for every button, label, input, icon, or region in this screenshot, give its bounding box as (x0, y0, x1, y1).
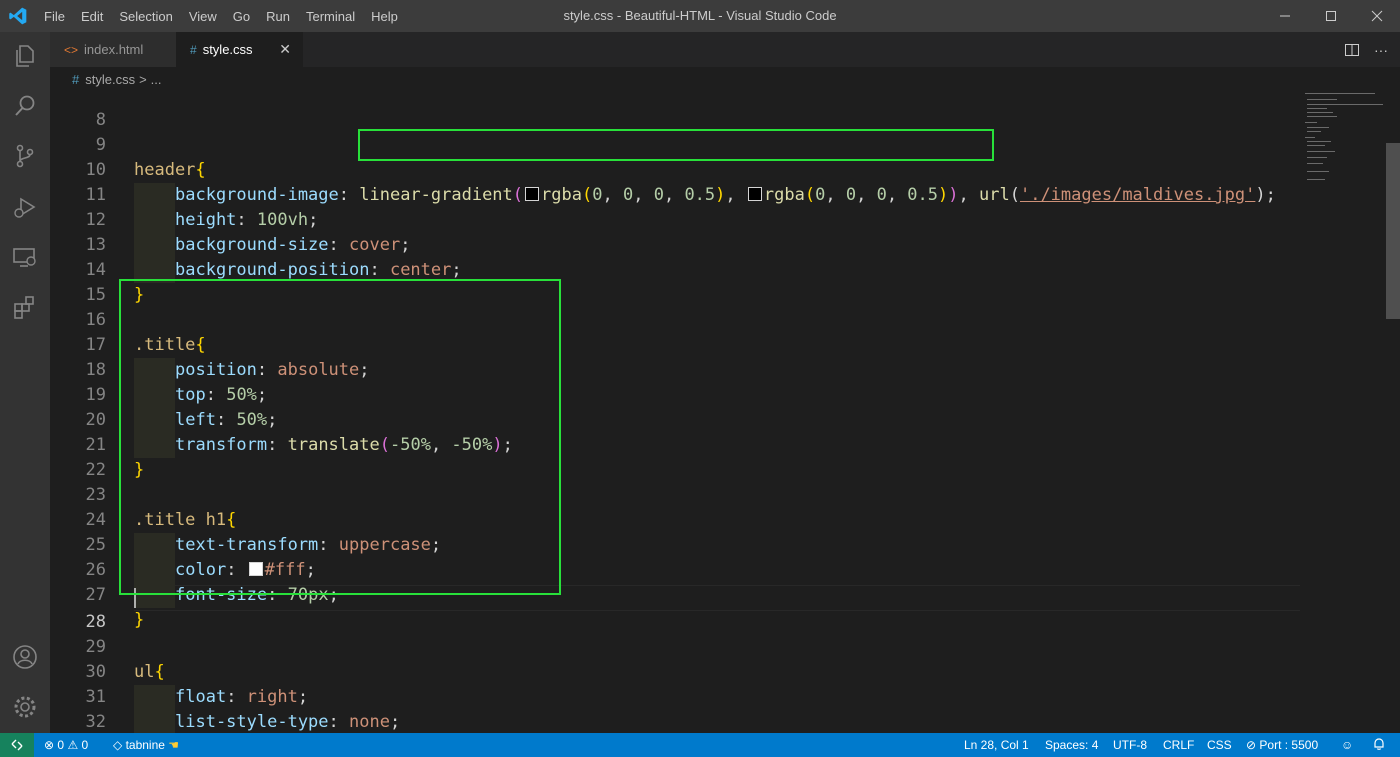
encoding[interactable]: UTF-8 (1113, 733, 1147, 757)
cursor-position[interactable]: Ln 28, Col 1 (964, 733, 1029, 757)
split-editor-icon[interactable] (1344, 42, 1360, 58)
code-line: 14 } (50, 233, 1300, 305)
remote-indicator[interactable] (0, 733, 34, 757)
problems-indicator[interactable]: ⊗ 0 ⚠ 0 (44, 733, 88, 757)
menu-run[interactable]: Run (258, 9, 298, 24)
tabnine-status[interactable]: ◇ tabnine ☚ (113, 733, 179, 757)
minimize-button[interactable] (1262, 0, 1308, 32)
tab-label: style.css (202, 42, 253, 57)
code-line: 29 ul{ (50, 610, 1300, 682)
settings-gear-icon[interactable] (11, 693, 39, 721)
code-line: 12 background-size: cover; (50, 183, 1300, 258)
code-line: 31 list-style-type: none; (50, 660, 1300, 733)
tabnine-icon: ◇ (113, 738, 123, 752)
activity-bar (0, 32, 50, 733)
tab-index-html[interactable]: <> index.html (50, 32, 176, 67)
indentation[interactable]: Spaces: 4 (1045, 733, 1098, 757)
error-count: 0 (57, 738, 65, 752)
end-of-line[interactable]: CRLF (1163, 733, 1194, 757)
vscode-logo-icon[interactable] (8, 6, 28, 26)
menu-view[interactable]: View (181, 9, 225, 24)
status-bar: ⊗ 0 ⚠ 0 ◇ tabnine ☚ Ln 28, Col 1 Spaces:… (0, 733, 1400, 757)
tab-style-css[interactable]: # style.css ✕ (176, 32, 303, 67)
title-bar: File Edit Selection View Go Run Terminal… (0, 0, 1400, 32)
close-icon (1371, 10, 1383, 22)
close-window-button[interactable] (1354, 0, 1400, 32)
language-mode[interactable]: CSS (1207, 733, 1232, 757)
accounts-icon[interactable] (11, 643, 39, 671)
error-icon: ⊗ (44, 738, 55, 752)
warning-count: 0 (81, 738, 89, 752)
highlight-box-gradient (358, 129, 994, 161)
breadcrumb-separator: > (139, 71, 147, 87)
tab-label: index.html (84, 42, 144, 57)
feedback-icon[interactable]: ☺ (1341, 733, 1353, 757)
maximize-button[interactable] (1308, 0, 1354, 32)
menu-go[interactable]: Go (225, 9, 258, 24)
more-actions-icon[interactable]: ··· (1374, 42, 1388, 58)
extensions-icon[interactable] (11, 294, 39, 322)
css-file-icon: # (190, 42, 197, 57)
minimize-icon (1280, 15, 1290, 17)
scrollbar-thumb[interactable] (1386, 143, 1400, 319)
code-line: 30 float: right; (50, 635, 1300, 710)
code-line: 11 height: 100vh; (50, 158, 1300, 233)
run-debug-icon[interactable] (11, 193, 39, 221)
breadcrumb-file[interactable]: style.css (85, 72, 135, 87)
explorer-icon[interactable] (11, 42, 39, 70)
menu-terminal[interactable]: Terminal (298, 9, 363, 24)
pointing-hand-icon: ☚ (168, 738, 180, 752)
editor-tabs: <> index.html # style.css ✕ ··· (50, 32, 1400, 67)
search-icon[interactable] (11, 92, 39, 120)
menu-edit[interactable]: Edit (73, 9, 111, 24)
menu-bar: File Edit Selection View Go Run Terminal… (36, 0, 406, 32)
maximize-icon (1326, 11, 1336, 21)
no-entry-icon: ⊘ (1246, 738, 1257, 752)
code-line: 33 } (50, 710, 1300, 733)
html-file-icon: <> (64, 42, 79, 57)
breadcrumb: # style.css > ... (50, 67, 1400, 91)
window-controls (1262, 0, 1400, 32)
close-tab-icon[interactable]: ✕ (279, 41, 291, 58)
css-file-icon: # (72, 71, 80, 87)
minimap[interactable] (1303, 91, 1385, 733)
warning-icon: ⚠ (67, 738, 79, 752)
editor-actions: ··· (1344, 32, 1388, 67)
source-control-icon[interactable] (11, 142, 39, 170)
code-line: 8 (50, 91, 1300, 130)
menu-selection[interactable]: Selection (111, 9, 180, 24)
remote-icon (11, 739, 23, 751)
menu-help[interactable]: Help (363, 9, 406, 24)
highlight-box-title-rules (119, 279, 561, 595)
code-line: 13 background-position: center; (50, 208, 1300, 283)
menu-file[interactable]: File (36, 9, 73, 24)
remote-explorer-icon[interactable] (11, 243, 39, 271)
live-server-port[interactable]: ⊘ Port : 5500 (1246, 733, 1318, 757)
code-line: 32 margin-top: 25px; (50, 685, 1300, 732)
notifications-bell-icon[interactable] (1372, 733, 1386, 757)
code-editor[interactable]: 8 9 header{ 10 background-image: linear-… (50, 91, 1400, 733)
breadcrumb-rest[interactable]: ... (151, 72, 162, 87)
